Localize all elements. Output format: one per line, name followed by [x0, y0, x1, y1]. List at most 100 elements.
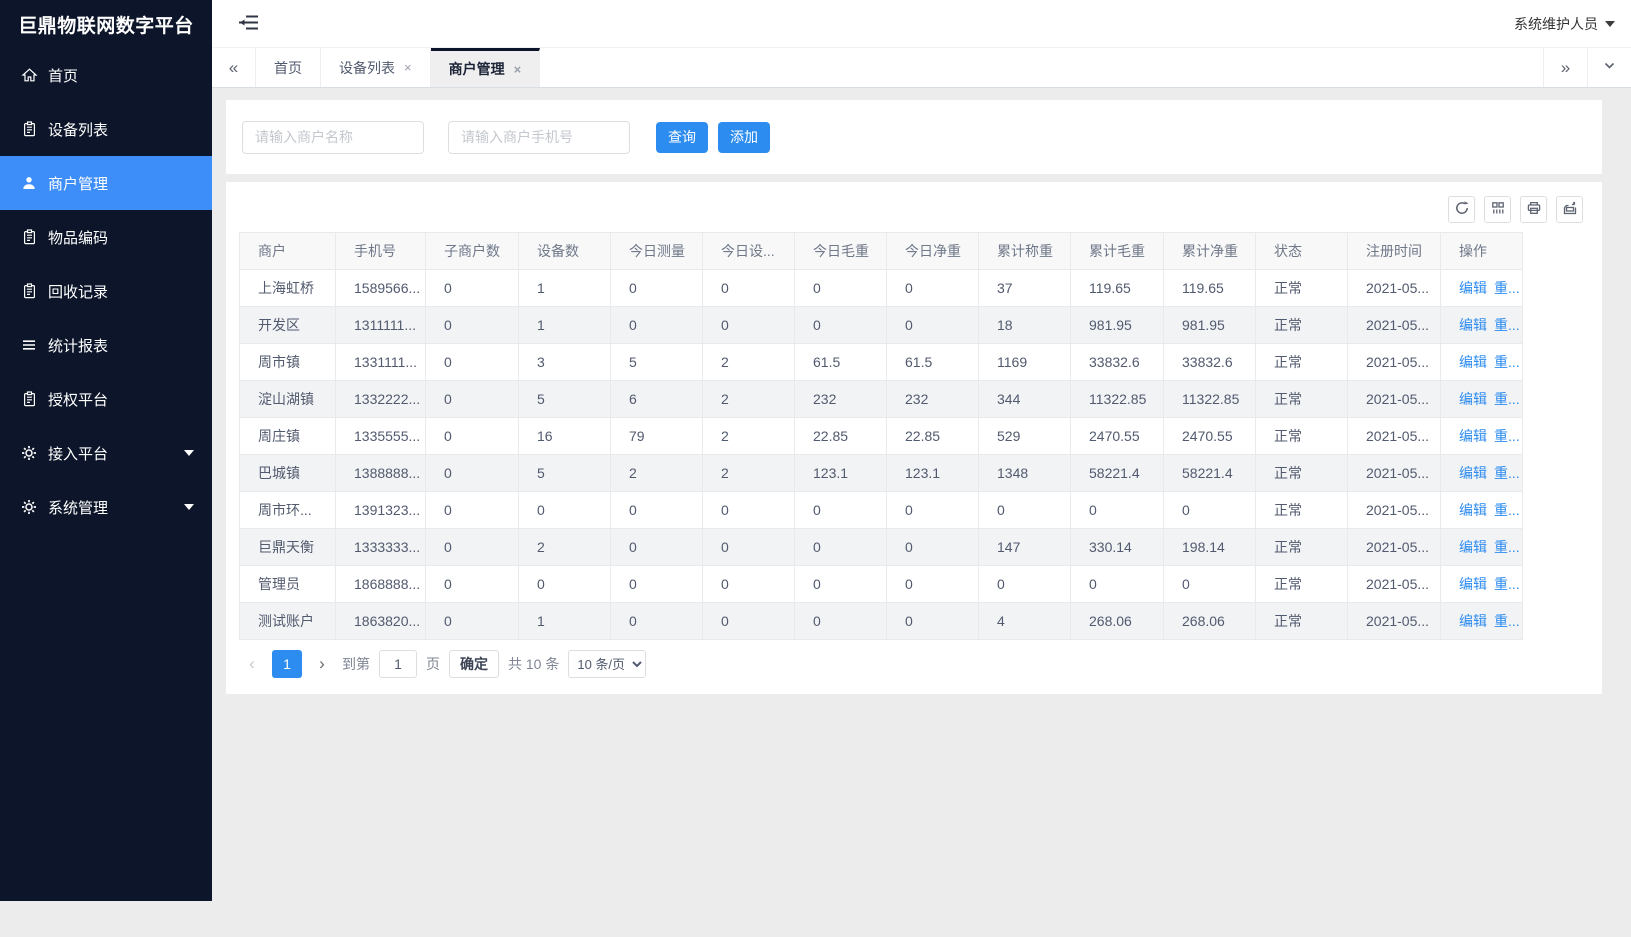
- prev-page-button[interactable]: ‹: [241, 650, 263, 678]
- tabs-scroll-right-button[interactable]: »: [1543, 48, 1587, 87]
- collapse-sidebar-button[interactable]: [238, 14, 259, 34]
- edit-link[interactable]: 编辑: [1459, 428, 1487, 444]
- table-cell: 0: [426, 307, 519, 344]
- table-cell: 0: [795, 492, 887, 529]
- reset-link[interactable]: 重...: [1494, 576, 1520, 592]
- reset-link[interactable]: 重...: [1494, 428, 1520, 444]
- reset-link[interactable]: 重...: [1494, 613, 1520, 629]
- table-cell: 正常: [1256, 418, 1348, 455]
- table-cell: 管理员: [240, 566, 336, 603]
- reset-link[interactable]: 重...: [1494, 317, 1520, 333]
- reset-link[interactable]: 重...: [1494, 354, 1520, 370]
- page-number-button[interactable]: 1: [272, 650, 302, 678]
- reset-link[interactable]: 重...: [1494, 502, 1520, 518]
- sidebar-item-merchant-management[interactable]: 商户管理: [0, 156, 212, 210]
- edit-link[interactable]: 编辑: [1459, 502, 1487, 518]
- sidebar-item-statistics-report[interactable]: 统计报表: [0, 318, 212, 372]
- reset-link[interactable]: 重...: [1494, 391, 1520, 407]
- edit-link[interactable]: 编辑: [1459, 465, 1487, 481]
- add-button[interactable]: 添加: [718, 122, 770, 153]
- sidebar-item-device-list[interactable]: 设备列表: [0, 102, 212, 156]
- goto-page-input[interactable]: [379, 650, 417, 678]
- sidebar-item-access-platform[interactable]: 接入平台: [0, 426, 212, 480]
- clipboard-icon: [20, 391, 38, 407]
- merchant-phone-input[interactable]: [448, 121, 630, 154]
- table-cell: 1169: [979, 344, 1071, 381]
- table-cell: 0: [426, 455, 519, 492]
- refresh-button[interactable]: [1448, 196, 1475, 223]
- edit-link[interactable]: 编辑: [1459, 354, 1487, 370]
- table-cell: 2: [703, 381, 795, 418]
- gear-icon: [20, 499, 38, 515]
- total-count: 共 10 条: [508, 654, 559, 674]
- table-cell: 2: [519, 529, 611, 566]
- table-cell: 119.65: [1164, 270, 1256, 307]
- table-cell: 1589566...: [336, 270, 426, 307]
- table-cell: 0: [519, 566, 611, 603]
- print-button[interactable]: [1520, 196, 1547, 223]
- pagination: ‹ 1 › 到第 页 确定 共 10 条 10 条/页: [239, 640, 1589, 682]
- table-row: 测试账户1863820...0100004268.06268.06正常2021-…: [240, 603, 1523, 640]
- columns-settings-button[interactable]: [1484, 196, 1511, 223]
- reset-link[interactable]: 重...: [1494, 539, 1520, 555]
- table-cell: 0: [795, 566, 887, 603]
- sidebar-item-authorization-platform[interactable]: 授权平台: [0, 372, 212, 426]
- tab-home[interactable]: 首页: [256, 48, 321, 87]
- close-icon[interactable]: ×: [514, 63, 522, 76]
- table-cell: 268.06: [1071, 603, 1164, 640]
- tab-label: 首页: [274, 58, 302, 78]
- table-cell: 5: [519, 381, 611, 418]
- edit-link[interactable]: 编辑: [1459, 576, 1487, 592]
- sidebar-item-home[interactable]: 首页: [0, 48, 212, 102]
- sidebar-item-recycle-records[interactable]: 回收记录: [0, 264, 212, 318]
- reset-link[interactable]: 重...: [1494, 465, 1520, 481]
- print-icon: [1526, 200, 1542, 219]
- user-menu[interactable]: 系统维护人员: [1514, 14, 1615, 34]
- edit-link[interactable]: 编辑: [1459, 613, 1487, 629]
- table-cell: 巨鼎天衡: [240, 529, 336, 566]
- next-page-button[interactable]: ›: [311, 650, 333, 678]
- search-panel: 查询 添加: [226, 100, 1602, 174]
- table-cell: 33832.6: [1164, 344, 1256, 381]
- table-cell: 正常: [1256, 270, 1348, 307]
- table-cell: 22.85: [887, 418, 979, 455]
- sidebar-item-label: 授权平台: [48, 389, 108, 410]
- table-cell: 0: [426, 566, 519, 603]
- tabs-menu-button[interactable]: [1587, 48, 1631, 87]
- user-name: 系统维护人员: [1514, 14, 1598, 34]
- tabs-scroll-left-button[interactable]: «: [212, 48, 256, 87]
- table-cell-actions: 编辑重...: [1441, 270, 1523, 307]
- reset-link[interactable]: 重...: [1494, 280, 1520, 296]
- merchant-table: 商户手机号子商户数设备数今日测量今日设...今日毛重今日净重累计称重累计毛重累计…: [239, 232, 1523, 640]
- table-cell: 2021-05...: [1348, 455, 1441, 492]
- table-header-row: 商户手机号子商户数设备数今日测量今日设...今日毛重今日净重累计称重累计毛重累计…: [240, 233, 1523, 270]
- sidebar-item-system-management[interactable]: 系统管理: [0, 480, 212, 534]
- tab-device-list[interactable]: 设备列表×: [321, 48, 431, 87]
- table-cell: 123.1: [795, 455, 887, 492]
- confirm-page-button[interactable]: 确定: [449, 650, 499, 678]
- table-cell: 1: [519, 603, 611, 640]
- table-cell: 周市镇: [240, 344, 336, 381]
- query-button[interactable]: 查询: [656, 122, 708, 153]
- table-cell: 232: [887, 381, 979, 418]
- table-cell: 268.06: [1164, 603, 1256, 640]
- edit-link[interactable]: 编辑: [1459, 317, 1487, 333]
- table-cell: 0: [979, 492, 1071, 529]
- table-cell: 0: [795, 270, 887, 307]
- sidebar-item-item-code[interactable]: 物品编码: [0, 210, 212, 264]
- table-cell: 0: [703, 603, 795, 640]
- table-cell: 正常: [1256, 603, 1348, 640]
- table-cell: 5: [611, 344, 703, 381]
- edit-link[interactable]: 编辑: [1459, 280, 1487, 296]
- close-icon[interactable]: ×: [404, 61, 412, 74]
- page-size-select[interactable]: 10 条/页: [568, 650, 646, 678]
- page-unit-label: 页: [426, 654, 440, 674]
- table-cell: 正常: [1256, 455, 1348, 492]
- sidebar: 巨鼎物联网数字平台 首页设备列表商户管理物品编码回收记录统计报表授权平台接入平台…: [0, 0, 212, 901]
- edit-link[interactable]: 编辑: [1459, 539, 1487, 555]
- merchant-name-input[interactable]: [242, 121, 424, 154]
- tab-merchant-management[interactable]: 商户管理×: [431, 48, 541, 87]
- export-button[interactable]: [1556, 196, 1583, 223]
- table-cell: 1333333...: [336, 529, 426, 566]
- edit-link[interactable]: 编辑: [1459, 391, 1487, 407]
